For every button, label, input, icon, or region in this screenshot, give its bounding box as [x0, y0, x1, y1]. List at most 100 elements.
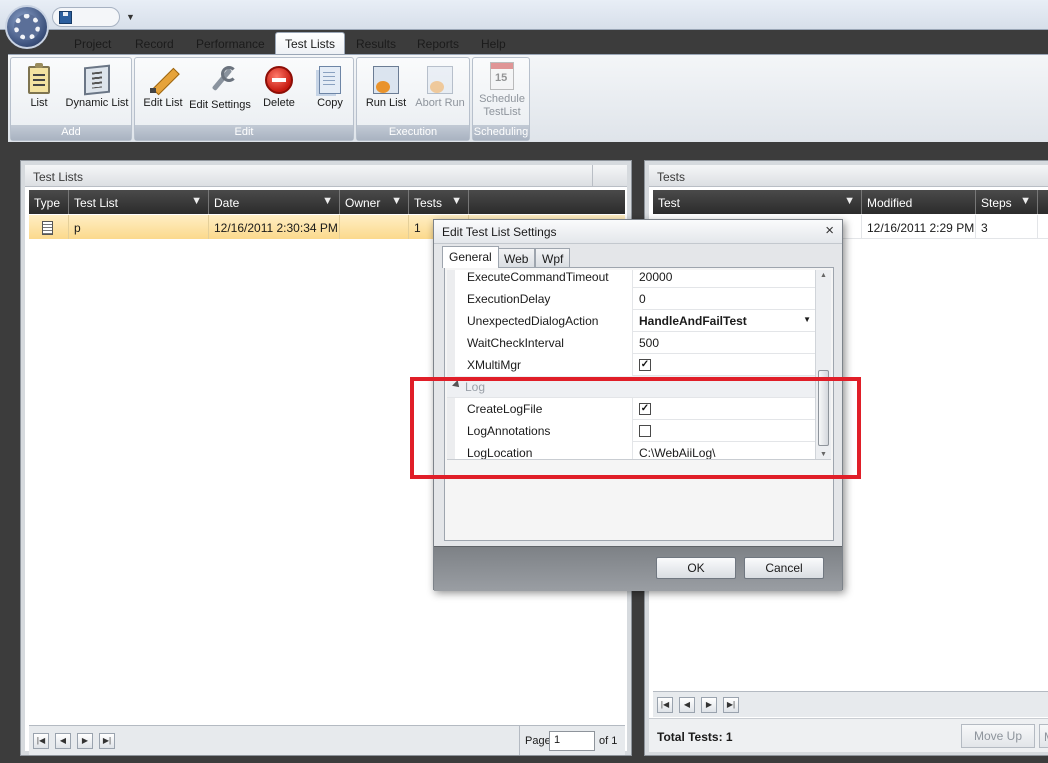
abort-run-button-label: Abort Run	[415, 97, 465, 109]
first-page-button[interactable]: |◀	[657, 697, 673, 713]
property-row[interactable]: ExecuteCommandTimeout 20000	[447, 270, 819, 288]
tab-general[interactable]: General	[442, 246, 499, 268]
filter-icon[interactable]: ▼	[391, 195, 402, 207]
filter-icon[interactable]: ▼	[844, 195, 855, 207]
cell-owner	[340, 215, 409, 239]
cancel-button[interactable]: Cancel	[744, 557, 824, 579]
wrench-icon	[205, 64, 237, 96]
tab-record[interactable]: Record	[131, 37, 178, 51]
column-header-date[interactable]: Date ▼	[209, 190, 340, 214]
tab-test-lists[interactable]: Test Lists	[275, 32, 346, 54]
cell-modified: 12/16/2011 2:29 PM	[862, 215, 976, 239]
ribbon-tabs: Project Record Performance Test Lists Re…	[0, 30, 1048, 54]
last-page-button[interactable]: ▶|	[723, 697, 739, 713]
filter-icon[interactable]: ▼	[322, 195, 333, 207]
unexpected-dialog-action-select[interactable]: HandleAndFailTest	[639, 314, 747, 328]
test-lists-panel-title: Test Lists	[25, 165, 627, 187]
column-header-steps[interactable]: Steps ▼	[976, 190, 1038, 214]
tab-web[interactable]: Web	[497, 248, 536, 268]
dynamic-list-button-label: Dynamic List	[65, 97, 129, 109]
edit-list-button[interactable]: Edit List	[141, 64, 185, 110]
column-header-owner[interactable]: Owner ▼	[340, 190, 409, 214]
pencil-icon	[148, 64, 178, 94]
edit-list-button-label: Edit List	[143, 97, 183, 109]
schedule-label-line2: TestList	[483, 106, 521, 118]
cell-date: 12/16/2011 2:30:34 PM	[209, 215, 340, 239]
tests-grid-header: Test ▼ Modified Steps ▼	[653, 190, 1048, 214]
tab-project[interactable]: Project	[70, 37, 115, 51]
edit-settings-button-label: Edit Settings	[189, 99, 251, 111]
property-row[interactable]: ExecutionDelay 0	[447, 288, 819, 310]
tab-help[interactable]: Help	[477, 37, 510, 51]
next-page-button[interactable]: ▶	[701, 697, 717, 713]
tests-panel-title: Tests	[649, 165, 1048, 187]
page-count-label: of 1	[599, 735, 618, 747]
schedule-testlist-button[interactable]: Schedule TestList	[475, 62, 529, 119]
next-page-button[interactable]: ▶	[77, 733, 93, 749]
last-page-button[interactable]: ▶|	[99, 733, 115, 749]
page-number-input[interactable]: 1	[549, 731, 595, 751]
close-icon[interactable]: ×	[825, 222, 834, 239]
chevron-down-icon[interactable]: ▼	[803, 315, 811, 324]
ribbon-group-execution: Run List Abort Run Execution	[356, 57, 470, 141]
ribbon-group-caption: Edit	[135, 125, 353, 140]
delete-button[interactable]: Delete	[259, 64, 299, 110]
tests-pager: |◀ ◀ ▶ ▶|	[653, 691, 1048, 717]
first-page-button[interactable]: |◀	[33, 733, 49, 749]
ok-button[interactable]: OK	[656, 557, 736, 579]
list-icon	[42, 221, 53, 235]
delete-icon	[265, 66, 293, 94]
scroll-up-icon[interactable]: ▲	[820, 272, 827, 279]
save-icon[interactable]	[59, 11, 72, 24]
column-header-type[interactable]: Type	[29, 190, 69, 214]
move-up-button[interactable]: Move Up	[961, 724, 1035, 748]
property-row[interactable]: WaitCheckInterval 500	[447, 332, 819, 354]
run-list-button[interactable]: Run List	[363, 64, 409, 110]
column-header-test-list[interactable]: Test List ▼	[69, 190, 209, 214]
filter-icon[interactable]: ▼	[191, 195, 202, 207]
run-list-button-label: Run List	[365, 97, 407, 109]
previous-page-button[interactable]: ◀	[55, 733, 71, 749]
ribbon-group-caption: Add	[11, 125, 131, 140]
abort-run-icon	[427, 66, 453, 94]
run-list-icon	[373, 66, 399, 94]
tab-results[interactable]: Results	[352, 37, 400, 51]
list-button[interactable]: List	[21, 63, 57, 110]
filter-icon[interactable]: ▼	[451, 195, 462, 207]
copy-button[interactable]: Copy	[311, 64, 349, 110]
tab-performance[interactable]: Performance	[192, 37, 269, 51]
ribbon-group-add: List Dynamic List Add	[10, 57, 132, 141]
copy-button-label: Copy	[317, 97, 343, 109]
page-label: Page	[525, 735, 551, 747]
xmultimgr-checkbox[interactable]: ✓	[639, 359, 651, 371]
highlight-box	[410, 377, 861, 479]
previous-page-button[interactable]: ◀	[679, 697, 695, 713]
tests-footer: Total Tests: 1 Move Up M	[649, 718, 1048, 752]
copy-icon	[319, 66, 341, 94]
property-row[interactable]: XMultiMgr ✓	[447, 354, 819, 376]
column-header-tests[interactable]: Tests ▼	[409, 190, 469, 214]
property-row[interactable]: UnexpectedDialogAction HandleAndFailTest ▼	[447, 310, 819, 332]
gear-icon	[14, 14, 40, 40]
title-bar	[0, 0, 1048, 30]
total-tests-label: Total Tests: 1	[657, 730, 733, 744]
tab-wpf[interactable]: Wpf	[535, 248, 571, 268]
tab-reports[interactable]: Reports	[413, 37, 463, 51]
delete-button-label: Delete	[263, 97, 295, 109]
list-button-label: List	[30, 97, 48, 109]
chevron-down-icon[interactable]: ▼	[126, 12, 135, 22]
abort-run-button[interactable]: Abort Run	[413, 64, 467, 110]
edit-settings-button[interactable]: Edit Settings	[187, 64, 253, 112]
move-down-button[interactable]: M	[1039, 724, 1048, 748]
dynamic-list-button[interactable]: Dynamic List	[63, 64, 131, 110]
column-header-modified[interactable]: Modified	[862, 190, 976, 214]
cell-type	[29, 215, 69, 239]
column-header-test[interactable]: Test ▼	[653, 190, 862, 214]
quick-access-toolbar[interactable]	[52, 7, 120, 27]
filter-icon[interactable]: ▼	[1020, 195, 1031, 207]
schedule-label-line1: Schedule	[479, 93, 525, 105]
dynamic-list-icon	[84, 64, 110, 96]
dialog-title: Edit Test List Settings	[434, 220, 842, 244]
app-menu-button[interactable]	[5, 5, 49, 49]
ribbon: List Dynamic List Add Edit List Edit Set…	[8, 54, 1048, 142]
